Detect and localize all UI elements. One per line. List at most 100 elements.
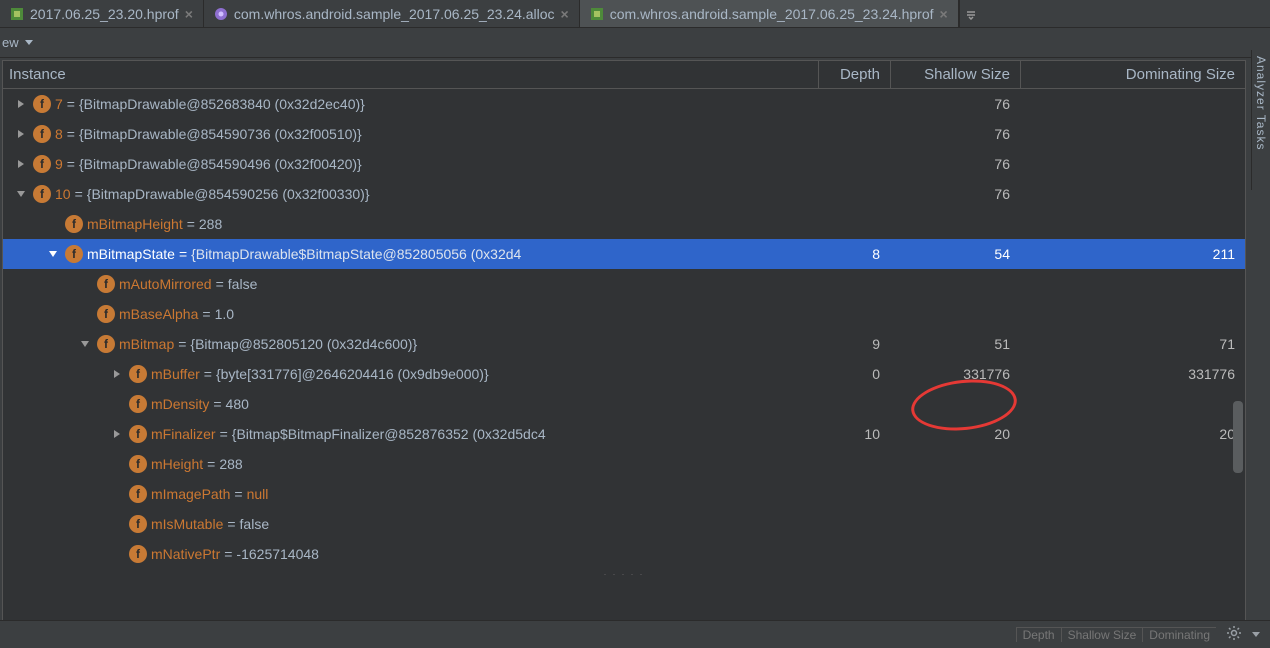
table-row[interactable]: f mBitmap = {Bitmap@852805120 (0x32d4c60…: [3, 329, 1245, 359]
table-row[interactable]: f mFinalizer = {Bitmap$BitmapFinalizer@8…: [3, 419, 1245, 449]
collapse-icon[interactable]: [45, 246, 61, 262]
scrollbar-thumb[interactable]: [1233, 401, 1243, 473]
field-icon: f: [129, 365, 147, 383]
tab-label: 2017.06.25_23.20.hprof: [30, 6, 179, 22]
table-row[interactable]: f mNativePtr = -1625714048: [3, 539, 1245, 569]
field-value: 288: [219, 456, 242, 472]
name-cell: f mBuffer = {byte[331776]@2646204416 (0x…: [9, 365, 818, 383]
table-row[interactable]: f mBitmapHeight = 288: [3, 209, 1245, 239]
field-name: mBitmap: [119, 336, 174, 352]
table-row[interactable]: f mIsMutable = false: [3, 509, 1245, 539]
field-icon: f: [129, 425, 147, 443]
field-icon: f: [33, 155, 51, 173]
column-headers: Instance Depth Shallow Size Dominating S…: [3, 61, 1245, 89]
field-value: false: [228, 276, 258, 292]
footer-col-dom: Dominating: [1142, 628, 1216, 642]
field-name: mBitmapState: [87, 246, 175, 262]
chevron-down-icon[interactable]: [25, 40, 33, 45]
name-cell: f mImagePath = null: [9, 485, 818, 503]
column-instance[interactable]: Instance: [3, 66, 818, 83]
field-icon: f: [129, 395, 147, 413]
expand-icon[interactable]: [13, 96, 29, 112]
field-value: {Bitmap$BitmapFinalizer@852876352 (0x32d…: [232, 426, 546, 442]
field-name: mAutoMirrored: [119, 276, 212, 292]
expand-icon[interactable]: [13, 126, 29, 142]
expand-icon[interactable]: [109, 366, 125, 382]
gear-icon[interactable]: [1226, 625, 1242, 644]
close-icon[interactable]: ×: [185, 6, 193, 22]
field-value: {BitmapDrawable@854590496 (0x32f00420)}: [79, 156, 362, 172]
field-icon: f: [97, 335, 115, 353]
tab-2[interactable]: com.whros.android.sample_2017.06.25_23.2…: [580, 0, 959, 27]
name-cell: f mBitmap = {Bitmap@852805120 (0x32d4c60…: [9, 335, 818, 353]
tab-1[interactable]: com.whros.android.sample_2017.06.25_23.2…: [204, 0, 580, 27]
field-value: {Bitmap@852805120 (0x32d4c600)}: [190, 336, 417, 352]
column-dominating[interactable]: Dominating Size: [1020, 61, 1245, 88]
field-value: null: [247, 486, 269, 502]
tab-0[interactable]: 2017.06.25_23.20.hprof ×: [0, 0, 204, 27]
name-cell: f 10 = {BitmapDrawable@854590256 (0x32f0…: [9, 185, 818, 203]
field-name: mNativePtr: [151, 546, 220, 562]
table-row[interactable]: f mImagePath = null: [3, 479, 1245, 509]
field-icon: f: [65, 245, 83, 263]
tree-rows: f 7 = {BitmapDrawable@852683840 (0x32d2e…: [3, 89, 1245, 569]
table-row[interactable]: f mBaseAlpha = 1.0: [3, 299, 1245, 329]
table-row[interactable]: f 7 = {BitmapDrawable@852683840 (0x32d2e…: [3, 89, 1245, 119]
side-tab-analyzer[interactable]: Analyzer Tasks: [1251, 50, 1270, 190]
field-name: mIsMutable: [151, 516, 223, 532]
collapse-icon[interactable]: [77, 336, 93, 352]
close-icon[interactable]: ×: [940, 6, 948, 22]
name-cell: f 9 = {BitmapDrawable@854590496 (0x32f00…: [9, 155, 818, 173]
collapse-icon[interactable]: [13, 186, 29, 202]
close-icon[interactable]: ×: [561, 6, 569, 22]
field-name: mBitmapHeight: [87, 216, 183, 232]
footer-columns: Depth Shallow Size Dominating: [1016, 627, 1216, 642]
field-name: mHeight: [151, 456, 203, 472]
hprof-icon: [10, 7, 24, 21]
name-cell: f mAutoMirrored = false: [9, 275, 818, 293]
table-row[interactable]: f mBuffer = {byte[331776]@2646204416 (0x…: [3, 359, 1245, 389]
footer: Depth Shallow Size Dominating: [0, 620, 1270, 648]
field-icon: f: [33, 185, 51, 203]
name-cell: f mDensity = 480: [9, 395, 818, 413]
expand-icon[interactable]: [13, 156, 29, 172]
table-row[interactable]: f mDensity = 480: [3, 389, 1245, 419]
field-name: mBaseAlpha: [119, 306, 198, 322]
column-depth[interactable]: Depth: [818, 61, 890, 88]
field-icon: f: [97, 305, 115, 323]
field-name: mBuffer: [151, 366, 200, 382]
field-value: {BitmapDrawable$BitmapState@852805056 (0…: [191, 246, 521, 262]
field-icon: f: [129, 455, 147, 473]
field-name: 7: [55, 96, 63, 112]
table-row[interactable]: f mAutoMirrored = false: [3, 269, 1245, 299]
resize-handle[interactable]: . . . . .: [3, 569, 1245, 575]
field-value: 480: [226, 396, 249, 412]
table-row[interactable]: f 10 = {BitmapDrawable@854590256 (0x32f0…: [3, 179, 1245, 209]
field-name: mFinalizer: [151, 426, 216, 442]
field-name: 10: [55, 186, 71, 202]
footer-col-shallow: Shallow Size: [1061, 628, 1143, 642]
table-row[interactable]: f 9 = {BitmapDrawable@854590496 (0x32f00…: [3, 149, 1245, 179]
view-dropdown[interactable]: ew: [2, 35, 19, 50]
name-cell: f mHeight = 288: [9, 455, 818, 473]
table-row[interactable]: f mBitmapState = {BitmapDrawable$BitmapS…: [3, 239, 1245, 269]
column-shallow[interactable]: Shallow Size: [890, 61, 1020, 88]
field-value: {BitmapDrawable@854590736 (0x32f00510)}: [79, 126, 362, 142]
field-icon: f: [129, 515, 147, 533]
tab-label: com.whros.android.sample_2017.06.25_23.2…: [610, 6, 934, 22]
tab-overflow-button[interactable]: [959, 0, 983, 27]
alloc-icon: [214, 7, 228, 21]
instances-panel: Instance Depth Shallow Size Dominating S…: [2, 60, 1246, 622]
field-name: mImagePath: [151, 486, 230, 502]
field-icon: f: [33, 95, 51, 113]
expand-icon[interactable]: [109, 426, 125, 442]
field-icon: f: [129, 545, 147, 563]
field-value: -1625714048: [236, 546, 319, 562]
chevron-down-icon[interactable]: [1252, 632, 1260, 637]
hprof-icon: [590, 7, 604, 21]
table-row[interactable]: f 8 = {BitmapDrawable@854590736 (0x32f00…: [3, 119, 1245, 149]
field-icon: f: [33, 125, 51, 143]
name-cell: f mBaseAlpha = 1.0: [9, 305, 818, 323]
table-row[interactable]: f mHeight = 288: [3, 449, 1245, 479]
name-cell: f mBitmapState = {BitmapDrawable$BitmapS…: [9, 245, 818, 263]
